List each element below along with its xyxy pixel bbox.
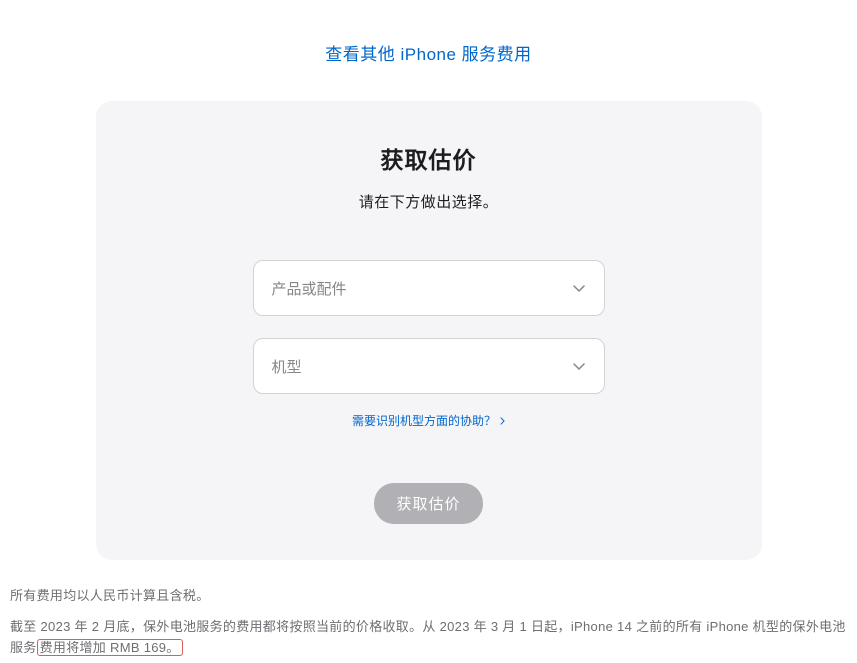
- help-link-label: 需要识别机型方面的协助？: [352, 412, 496, 429]
- chevron-down-icon: [572, 359, 586, 373]
- chevron-right-icon: [500, 417, 505, 425]
- estimate-card: 获取估价 请在下方做出选择。 产品或配件 机型: [96, 101, 762, 560]
- card-subtitle: 请在下方做出选择。: [359, 191, 499, 212]
- product-select-placeholder: 产品或配件: [272, 278, 347, 299]
- model-select-placeholder: 机型: [272, 356, 302, 377]
- card-title: 获取估价: [381, 141, 477, 175]
- identify-model-help-link[interactable]: 需要识别机型方面的协助？: [352, 412, 505, 429]
- model-select[interactable]: 机型: [253, 338, 605, 394]
- footer-line-1: 所有费用均以人民币计算且含税。: [10, 586, 847, 607]
- view-other-services-link[interactable]: 查看其他 iPhone 服务费用: [325, 40, 531, 65]
- get-estimate-button[interactable]: 获取估价: [374, 483, 482, 524]
- footer-disclaimer: 所有费用均以人民币计算且含税。 截至 2023 年 2 月底，保外电池服务的费用…: [0, 560, 857, 658]
- price-increase-highlight: 费用将增加 RMB 169。: [37, 639, 183, 656]
- footer-line-2: 截至 2023 年 2 月底，保外电池服务的费用都将按照当前的价格收取。从 20…: [10, 617, 847, 659]
- product-select[interactable]: 产品或配件: [253, 260, 605, 316]
- chevron-down-icon: [572, 281, 586, 295]
